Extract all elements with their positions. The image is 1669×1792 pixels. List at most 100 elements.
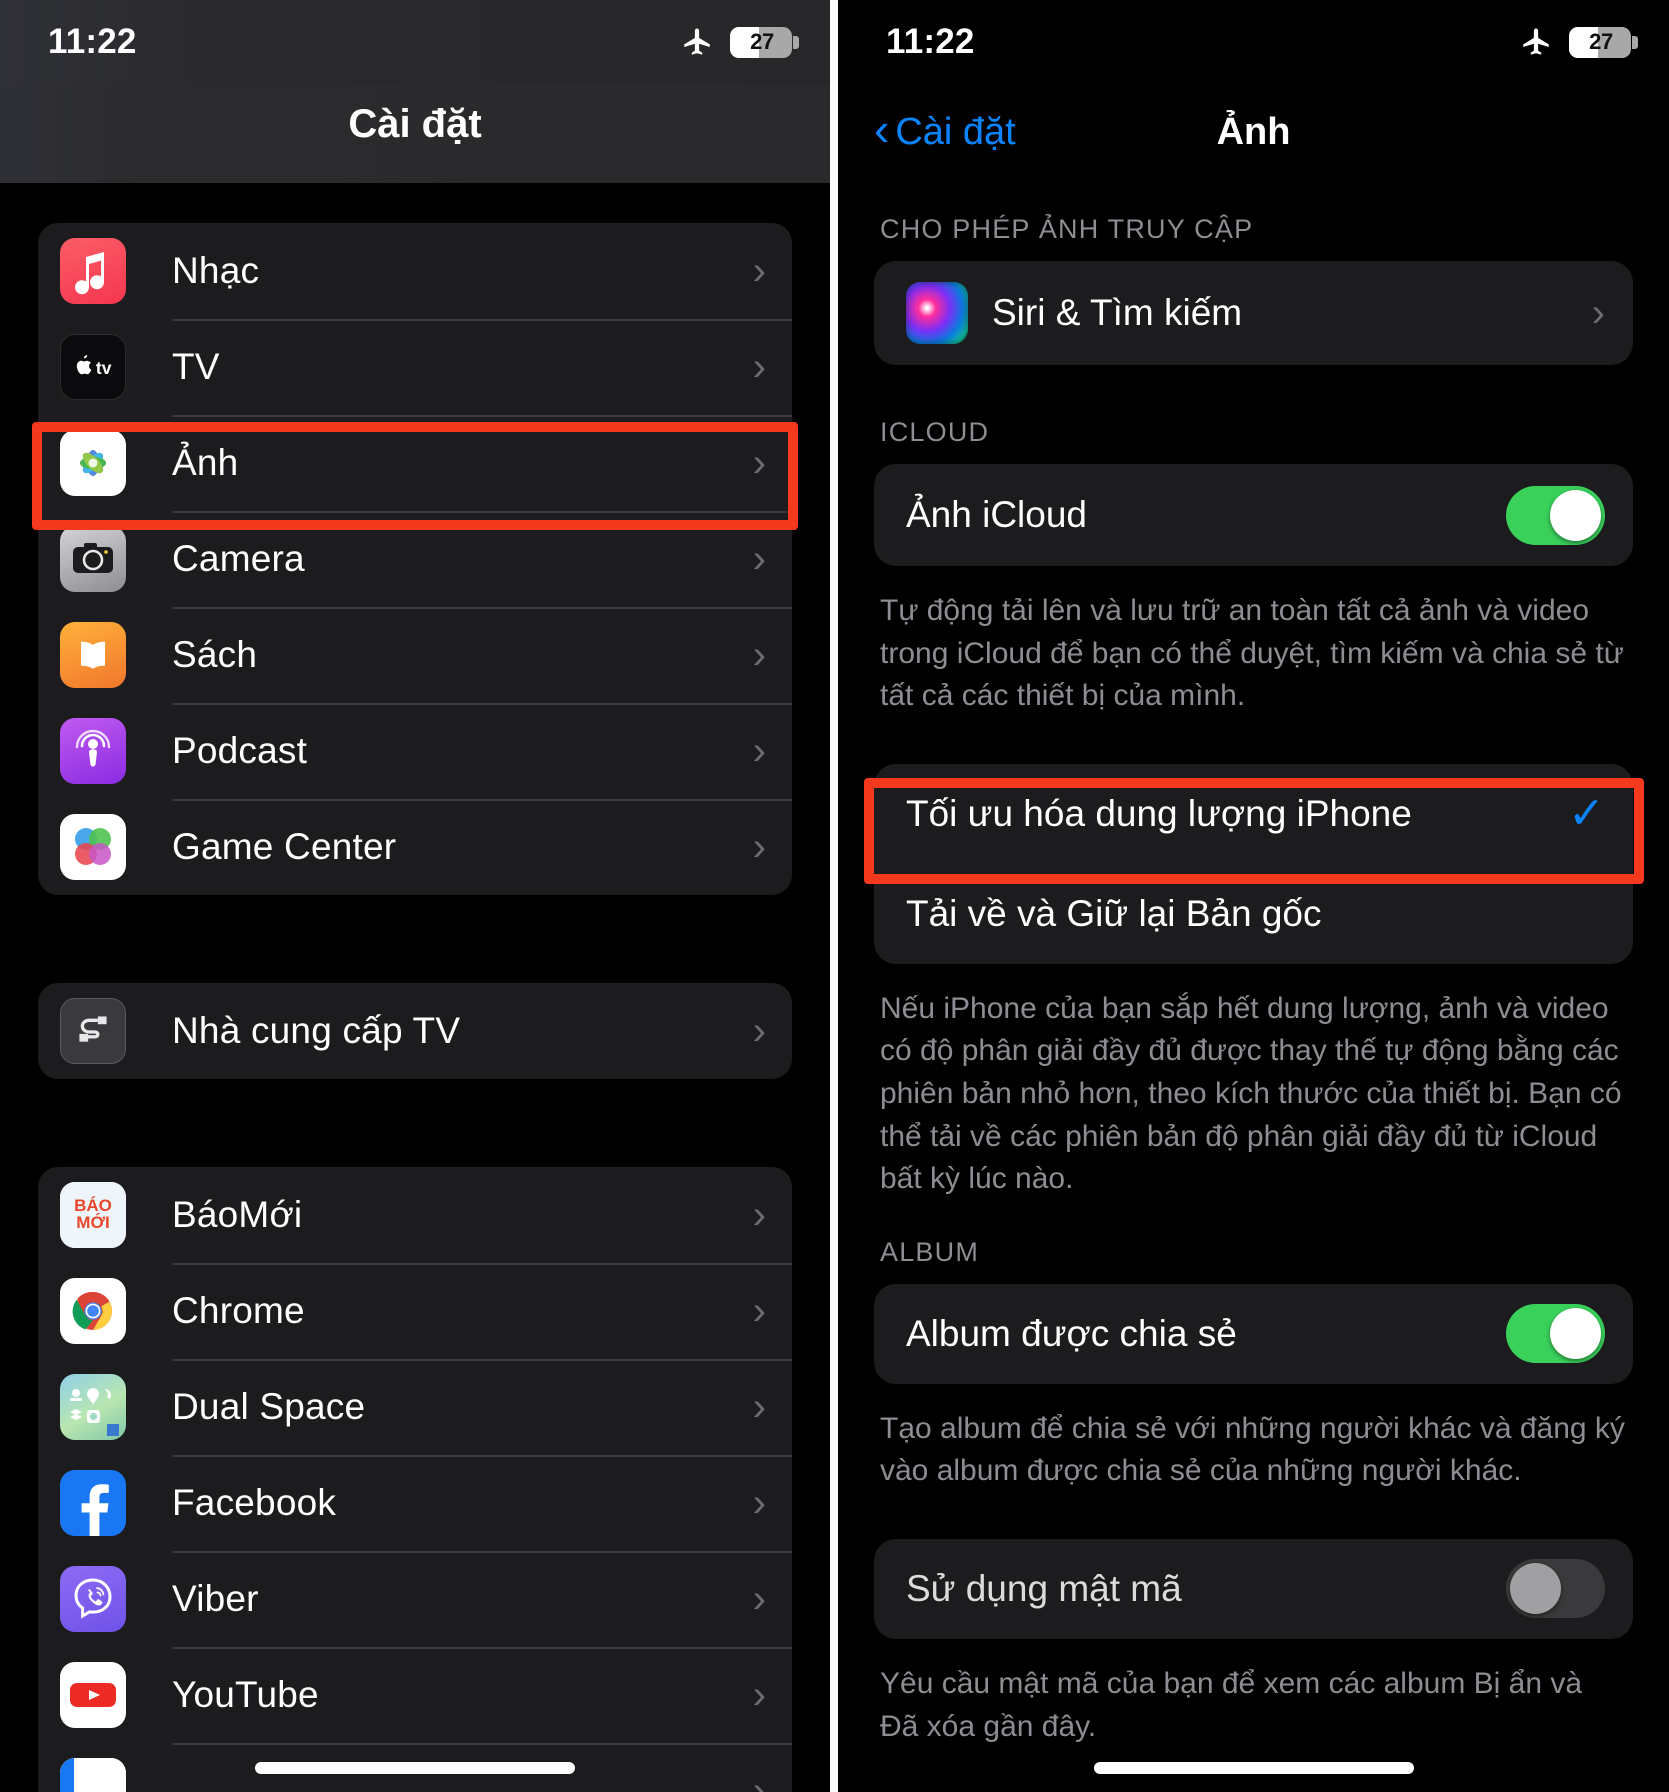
sidebar-item-anh[interactable]: Ảnh › — [38, 415, 792, 511]
status-time: 11:22 — [886, 22, 975, 61]
svg-text:tv: tv — [96, 358, 112, 378]
toggle-knob — [1550, 1308, 1601, 1360]
sidebar-item-podcast[interactable]: Podcast › — [38, 703, 792, 799]
section-header-access: CHO PHÉP ẢNH TRUY CẬP — [880, 214, 1254, 244]
dual-space-app-icon — [60, 1374, 126, 1440]
chevron-right-icon: › — [752, 1289, 766, 1333]
sidebar-item-label: Camera — [172, 538, 305, 579]
music-app-icon — [60, 238, 126, 304]
chevron-left-icon: ‹ — [874, 103, 890, 156]
chevron-right-icon: › — [752, 1769, 766, 1792]
chevron-right-icon: › — [752, 1673, 766, 1717]
section-group-storage-options: Tối ưu hóa dung lượng iPhone ✓ Tải về và… — [874, 763, 1633, 964]
right-nav-bar: ‹ Cài đặt Ảnh — [838, 84, 1669, 180]
youtube-app-icon — [60, 1662, 126, 1728]
sidebar-item-label: Viber — [172, 1578, 259, 1619]
sidebar-item-nha-cung-cap-tv[interactable]: Nhà cung cấp TV › — [38, 983, 792, 1079]
sidebar-item-label: Facebook — [172, 1482, 337, 1523]
photos-settings-list: CHO PHÉP ẢNH TRUY CẬP Siri & Tìm kiếm › … — [838, 180, 1669, 1792]
sidebar-item-game-center[interactable]: Game Center › — [38, 799, 792, 895]
sidebar-item-facebook[interactable]: Facebook › — [38, 1455, 792, 1551]
section-group-access: Siri & Tìm kiếm › — [874, 261, 1633, 365]
chevron-right-icon: › — [752, 1009, 766, 1053]
toggle-knob — [1510, 1563, 1561, 1615]
sidebar-item-sach[interactable]: Sách › — [38, 607, 792, 703]
sidebar-item-camera[interactable]: Camera › — [38, 511, 792, 607]
row-label: Tối ưu hóa dung lượng iPhone — [906, 792, 1412, 834]
row-optimize-storage[interactable]: Tối ưu hóa dung lượng iPhone ✓ — [874, 764, 1633, 864]
apple-tv-app-icon: tv — [60, 334, 126, 400]
row-icloud-photos[interactable]: Ảnh iCloud — [874, 464, 1633, 566]
books-app-icon — [60, 622, 126, 688]
settings-group-third-party-apps: BÁO MỚI BáoMới › Chrome › Dual Space › F… — [38, 1167, 792, 1792]
row-label: Album được chia sẻ — [906, 1312, 1237, 1354]
chevron-right-icon: › — [752, 249, 766, 293]
chrome-app-icon — [60, 1278, 126, 1344]
sidebar-item-nhac[interactable]: Nhạc › — [38, 223, 792, 319]
sidebar-item-label: Nhà cung cấp TV — [172, 1010, 461, 1051]
sidebar-item-chrome[interactable]: Chrome › — [38, 1263, 792, 1359]
battery-percent-label: 27 — [1589, 29, 1613, 54]
section-group-icloud: Ảnh iCloud — [874, 464, 1633, 566]
chevron-right-icon: › — [752, 1385, 766, 1429]
sidebar-item-youtube[interactable]: YouTube › — [38, 1647, 792, 1743]
section-footer-storage: Nếu iPhone của bạn sắp hết dung lượng, ả… — [880, 991, 1622, 1196]
battery-percent-label: 27 — [750, 29, 774, 54]
chevron-right-icon: › — [752, 825, 766, 869]
viber-app-icon — [60, 1566, 126, 1632]
screen-divider — [830, 0, 838, 1792]
settings-group-apple-apps: Nhạc › tv TV › Ảnh › Camera › Sách › Pod… — [38, 223, 792, 895]
left-nav-bar: Cài đặt — [0, 84, 830, 183]
sidebar-item-label: Chrome — [172, 1290, 305, 1331]
section-header-icloud: ICLOUD — [880, 417, 990, 447]
sidebar-item-viber[interactable]: Viber › — [38, 1551, 792, 1647]
row-use-passcode[interactable]: Sử dụng mật mã — [874, 1539, 1633, 1639]
back-button-label: Cài đặt — [895, 110, 1016, 153]
right-status-bar: 11:22 27 — [838, 0, 1669, 84]
toggle-knob — [1550, 489, 1601, 541]
sidebar-item-label: YouTube — [172, 1674, 319, 1715]
row-label: Siri & Tìm kiếm — [992, 292, 1243, 333]
section-group-passcode: Sử dụng mật mã — [874, 1538, 1633, 1639]
sidebar-item-label: Game Center — [172, 826, 397, 867]
row-shared-albums[interactable]: Album được chia sẻ — [874, 1284, 1633, 1384]
row-siri-search[interactable]: Siri & Tìm kiếm › — [874, 261, 1633, 365]
right-phone-screen: 11:22 27 ‹ Cài đặt Ảnh CHO PHÉP ẢNH TRUY… — [838, 0, 1669, 1792]
facebook-app-icon — [60, 1470, 126, 1536]
sidebar-item-label: Sách — [172, 634, 258, 675]
row-label: Tải về và Giữ lại Bản gốc — [906, 892, 1322, 934]
settings-group-tv-provider: Nhà cung cấp TV › — [38, 983, 792, 1079]
chevron-right-icon: › — [752, 441, 766, 485]
sidebar-item-dual-space[interactable]: Dual Space › — [38, 1359, 792, 1455]
tv-provider-icon — [60, 998, 126, 1064]
sidebar-item-label: Nhạc — [172, 250, 260, 291]
section-group-shared-album: Album được chia sẻ — [874, 1283, 1633, 1384]
sidebar-item-tv[interactable]: tv TV › — [38, 319, 792, 415]
baomoi-app-icon: BÁO MỚI — [60, 1182, 126, 1248]
row-download-keep-originals[interactable]: Tải về và Giữ lại Bản gốc — [874, 864, 1633, 964]
chevron-right-icon: › — [1591, 291, 1605, 335]
chevron-right-icon: › — [752, 537, 766, 581]
game-center-app-icon — [60, 814, 126, 880]
status-indicators: 27 — [680, 25, 799, 59]
section-footer-icloud: Tự động tải lên và lưu trữ an toàn tất c… — [880, 594, 1624, 713]
chevron-right-icon: › — [752, 633, 766, 677]
back-button[interactable]: ‹ Cài đặt — [874, 103, 1016, 156]
toggle-icloud-photos[interactable] — [1506, 485, 1605, 545]
sidebar-item-label: Podcast — [172, 730, 308, 771]
left-settings-list: Nhạc › tv TV › Ảnh › Camera › Sách › Pod… — [0, 183, 830, 1792]
partial-app-icon — [60, 1758, 126, 1792]
sidebar-item-baomoi[interactable]: BÁO MỚI BáoMới › — [38, 1167, 792, 1263]
chevron-right-icon: › — [752, 1481, 766, 1525]
svg-text:MỚI: MỚI — [76, 1213, 109, 1232]
status-time: 11:22 — [48, 22, 137, 61]
sidebar-item-label: Ảnh — [172, 442, 239, 483]
left-status-bar: 11:22 27 — [0, 0, 830, 84]
toggle-shared-albums[interactable] — [1506, 1304, 1605, 1364]
status-indicators: 27 — [1519, 25, 1638, 59]
battery-nub — [1632, 35, 1638, 49]
sidebar-item-label: BáoMới — [172, 1194, 303, 1235]
section-header-album: ALBUM — [880, 1236, 980, 1267]
toggle-use-passcode[interactable] — [1506, 1559, 1605, 1619]
